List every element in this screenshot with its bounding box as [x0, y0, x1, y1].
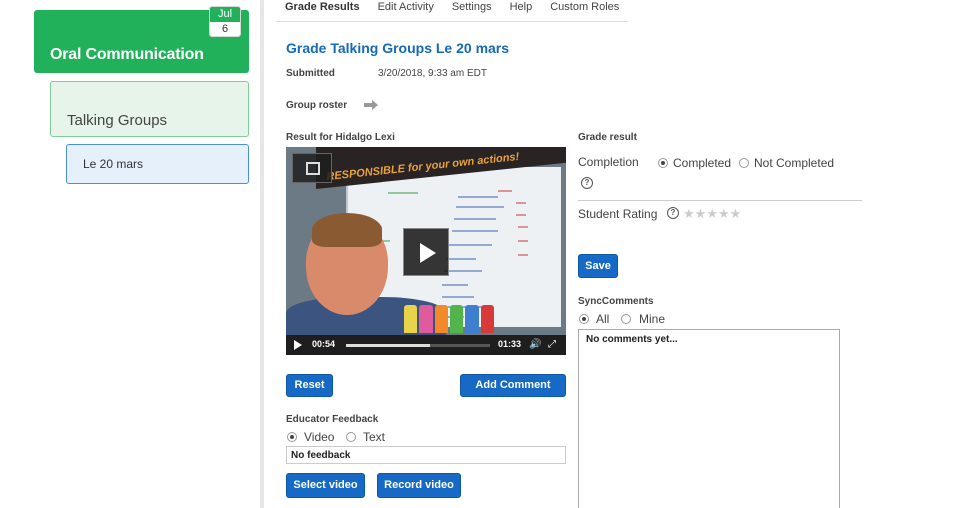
add-comment-button[interactable]: Add Comment	[460, 374, 566, 397]
fullscreen-icon[interactable]: ⤢	[548, 339, 556, 350]
star-icon[interactable]: ★	[718, 207, 730, 220]
star-icon[interactable]: ★	[695, 207, 707, 220]
completed-label: Completed	[673, 156, 732, 170]
not-completed-radio[interactable]	[739, 158, 749, 168]
completion-help-icon[interactable]: ?	[581, 177, 593, 189]
divider	[578, 200, 862, 201]
seek-bar[interactable]	[346, 344, 490, 347]
course-card[interactable]: Jul 6 Oral Communication	[34, 6, 249, 73]
star-icon[interactable]: ★	[730, 207, 742, 220]
comments-all-label: All	[596, 312, 610, 326]
seek-bar-progress	[346, 344, 430, 347]
tab-custom-roles[interactable]: Custom Roles	[541, 0, 628, 22]
star-rating[interactable]: ★ ★ ★ ★ ★	[683, 207, 741, 220]
video-player[interactable]: RESPONSIBLE for your own actions! 00:54 …	[286, 147, 566, 355]
video-controls: 00:54 01:33 🔊 ⤢	[286, 335, 566, 355]
tab-edit-activity[interactable]: Edit Activity	[369, 0, 443, 22]
feedback-field[interactable]: No feedback	[286, 446, 566, 464]
sidebar-divider	[260, 0, 264, 508]
current-time: 00:54	[312, 339, 336, 349]
page-title: Grade Talking Groups Le 20 mars	[286, 40, 510, 56]
video-markers	[404, 305, 494, 333]
app-root: Jul 6 Oral Communication Talking Groups …	[0, 0, 954, 508]
comments-mine-radio[interactable]	[621, 314, 631, 324]
feedback-video-label: Video	[304, 430, 335, 444]
sync-comments-label: SyncComments	[578, 296, 654, 307]
date-badge-day: 6	[221, 23, 229, 35]
copy-icon	[306, 162, 320, 175]
star-icon[interactable]: ★	[706, 207, 718, 220]
video-overlay-icon[interactable]	[292, 153, 332, 183]
comments-all-radio[interactable]	[579, 314, 589, 324]
record-video-button[interactable]: Record video	[377, 473, 461, 498]
not-completed-label: Not Completed	[754, 156, 835, 170]
feedback-text-label: Text	[363, 430, 386, 444]
student-rating-label: Student Rating	[578, 207, 658, 221]
save-button[interactable]: Save	[578, 254, 618, 278]
sidebar: Jul 6 Oral Communication Talking Groups …	[0, 0, 260, 508]
group-card[interactable]: Talking Groups	[50, 81, 249, 137]
activity-title: Le 20 mars	[83, 157, 144, 171]
completion-label: Completion	[578, 155, 639, 169]
submitted-value: 3/20/2018, 9:33 am EDT	[378, 68, 487, 79]
submitted-label: Submitted	[286, 68, 335, 79]
grade-result-label: Grade result	[578, 132, 637, 143]
video-hair	[312, 213, 382, 247]
select-video-button[interactable]: Select video	[286, 473, 365, 498]
date-badge-month: Jul	[210, 7, 240, 22]
reset-button[interactable]: Reset	[286, 374, 333, 397]
feedback-text-radio[interactable]	[346, 432, 356, 442]
course-title: Oral Communication	[50, 46, 204, 63]
rating-help-icon[interactable]: ?	[667, 207, 679, 219]
star-icon[interactable]: ★	[683, 207, 695, 220]
group-roster-label[interactable]: Group roster	[286, 100, 347, 111]
group-title: Talking Groups	[67, 112, 168, 129]
activity-card[interactable]: Le 20 mars	[66, 144, 249, 184]
tab-settings[interactable]: Settings	[443, 0, 501, 22]
tab-bar: Grade Results Edit Activity Settings Hel…	[276, 0, 629, 22]
result-label: Result for Hidalgo Lexi	[286, 132, 395, 143]
comments-mine-label: Mine	[639, 312, 666, 326]
tab-grade-results[interactable]: Grade Results	[276, 0, 369, 22]
completed-radio[interactable]	[658, 158, 668, 168]
feedback-video-radio[interactable]	[287, 432, 297, 442]
arrow-right-icon[interactable]	[364, 100, 378, 110]
control-play-icon[interactable]	[294, 340, 302, 350]
play-icon[interactable]	[403, 228, 449, 276]
tab-help[interactable]: Help	[501, 0, 542, 22]
educator-feedback-label: Educator Feedback	[286, 414, 379, 425]
duration: 01:33	[498, 339, 522, 349]
date-badge: Jul 6	[209, 6, 241, 37]
volume-icon[interactable]: 🔊	[529, 339, 541, 350]
comments-box[interactable]: No comments yet...	[578, 329, 840, 508]
